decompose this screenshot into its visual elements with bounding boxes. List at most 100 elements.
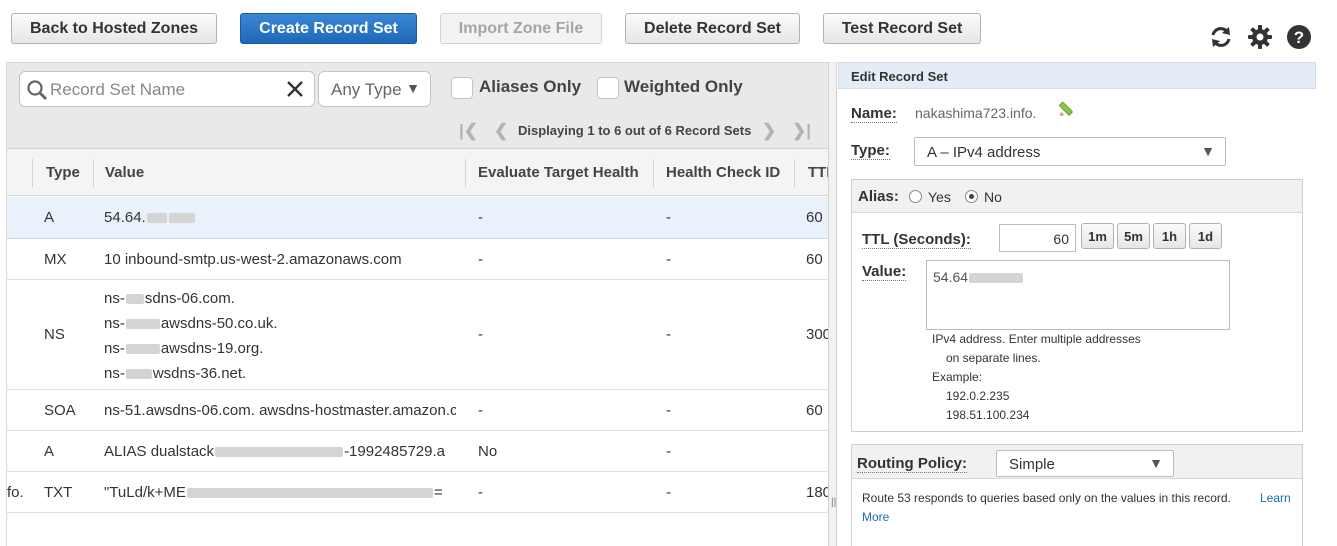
import-zone-file-button[interactable]: Import Zone File [440,13,602,44]
first-page-icon[interactable]: |❮ [459,121,478,141]
row-value: 10 inbound-smtp.us-west-2.amazonaws.com [104,251,402,268]
row-health-check-id: - [666,251,671,268]
row-value: ALIAS dualstack -1992485729.a [104,443,445,460]
table-row[interactable]: SOA ns-51.awsdns-06.com. awsdns-hostmast… [7,390,829,431]
pager-text: Displaying 1 to 6 out of 6 Record Sets [518,123,752,138]
edit-panel-header: Edit Record Set [838,62,1316,89]
type-filter-select[interactable]: Any Type ▼ [318,71,431,107]
column-divider [794,159,795,187]
routing-policy-row: Routing Policy: Simple ▼ [852,445,1302,479]
create-record-set-button[interactable]: Create Record Set [240,13,417,44]
ttl-label: TTL (Seconds): [862,231,971,249]
column-divider [653,159,654,187]
row-health-check-id: - [666,326,671,343]
row-health-check-id: - [666,402,671,419]
gear-icon[interactable] [1247,24,1273,50]
table-row[interactable]: fo. TXT "TuLd/k+ME = - - 180 [7,472,829,513]
row-evaluate-target-health: - [478,209,483,226]
value-label: Value: [862,263,907,281]
help-icon[interactable]: ? [1286,24,1312,50]
routing-policy-label: Routing Policy: [857,455,967,473]
row-value-line: ns-awsdns-19.org. [104,340,264,357]
aliases-only-label: Aliases Only [479,77,582,96]
column-header-type[interactable]: Type [46,164,80,181]
ttl-5m-button[interactable]: 5m [1117,223,1150,249]
row-value: 54.64. [104,209,196,226]
column-header-health-check-id[interactable]: Health Check ID [666,164,780,181]
ttl-1d-button[interactable]: 1d [1189,223,1222,249]
row-value-line: ns-wsdns-36.net. [104,365,247,382]
row-type: NS [44,326,65,343]
column-header-evaluate-target-health[interactable]: Evaluate Target Health [478,164,639,181]
clear-search-icon[interactable] [286,80,304,98]
alias-yes-radio[interactable] [909,190,922,203]
ttl-input[interactable]: 60 [999,224,1076,252]
ttl-1h-button[interactable]: 1h [1153,223,1186,249]
learn-more-link[interactable]: Learn [1260,491,1291,505]
help-text-line: Example: [932,370,983,384]
previous-page-icon[interactable]: ❮ [494,121,508,141]
row-type: SOA [44,402,76,419]
ttl-1m-button[interactable]: 1m [1081,223,1114,249]
last-page-icon[interactable]: ❯| [792,121,811,141]
column-divider [465,159,466,187]
chevron-down-icon: ▼ [1201,143,1215,159]
name-value: nakashima723.info. [915,105,1037,121]
table-row[interactable]: A ALIAS dualstack -1992485729.a No - [7,431,829,472]
routing-policy-value: Simple [1009,456,1055,473]
name-label: Name: [851,105,897,123]
row-ttl: 60 [806,209,823,226]
search-placeholder: Record Set Name [50,80,186,99]
refresh-icon[interactable] [1208,24,1234,50]
help-text-line: on separate lines. [946,351,1041,365]
row-value-line: ns-sdns-06.com. [104,290,235,307]
row-health-check-id: - [666,443,671,460]
edit-pencil-icon[interactable] [1058,100,1076,118]
table-row[interactable]: A 54.64. - - 60 [7,197,829,239]
filter-bar: Record Set Name Any Type ▼ Aliases Only … [7,62,829,148]
row-type: A [44,209,55,226]
learn-more-link-continued[interactable]: More [862,510,889,524]
row-value: "TuLd/k+ME = [104,484,443,501]
next-page-icon[interactable]: ❯ [762,121,776,141]
weighted-only-label: Weighted Only [624,77,743,96]
row-value-line: ns-awsdns-50.co.uk. [104,315,278,332]
row-ttl: 60 [806,402,823,419]
row-value: ns-51.awsdns-06.com. awsdns-hostmaster.a… [104,402,456,419]
column-header-value[interactable]: Value [105,164,144,181]
search-input[interactable]: Record Set Name [19,71,315,107]
row-type: MX [44,251,67,268]
column-header-ttl[interactable]: TTL [808,164,836,181]
test-record-set-button[interactable]: Test Record Set [823,13,981,44]
edit-record-set-panel: Edit Record Set Name: nakashima723.info.… [838,62,1316,546]
routing-description: Route 53 responds to queries based only … [862,491,1231,505]
alias-yes-label: Yes [928,189,951,205]
chevron-down-icon: ▼ [1149,455,1163,471]
weighted-only-checkbox[interactable] [597,77,619,99]
panel-splitter[interactable]: || [828,62,837,546]
column-divider [93,159,94,187]
column-divider [32,159,33,187]
alias-no-label: No [984,189,1002,205]
row-evaluate-target-health: - [478,251,483,268]
row-health-check-id: - [666,209,671,226]
row-type: A [44,443,55,460]
row-evaluate-target-health: - [478,326,483,343]
alias-no-radio[interactable] [965,190,978,203]
type-label: Type: [851,142,890,160]
help-text-line: 198.51.100.234 [946,408,1030,422]
back-to-hosted-zones-button[interactable]: Back to Hosted Zones [11,13,217,44]
row-evaluate-target-health: - [478,402,483,419]
type-select[interactable]: A – IPv4 address ▼ [914,137,1226,166]
value-textarea[interactable]: 54.64 [926,260,1230,330]
row-ttl: 60 [806,251,823,268]
row-evaluate-target-health: - [478,484,483,501]
row-ttl: 180 [806,484,829,501]
aliases-only-checkbox[interactable] [451,77,473,99]
table-row[interactable]: NS ns-sdns-06.com. ns-awsdns-50.co.uk. n… [7,280,829,390]
type-select-value: A – IPv4 address [927,144,1041,161]
table-row[interactable]: MX 10 inbound-smtp.us-west-2.amazonaws.c… [7,239,829,280]
routing-policy-select[interactable]: Simple ▼ [996,450,1174,477]
splitter-grip-icon: || [831,497,837,508]
delete-record-set-button[interactable]: Delete Record Set [625,13,800,44]
